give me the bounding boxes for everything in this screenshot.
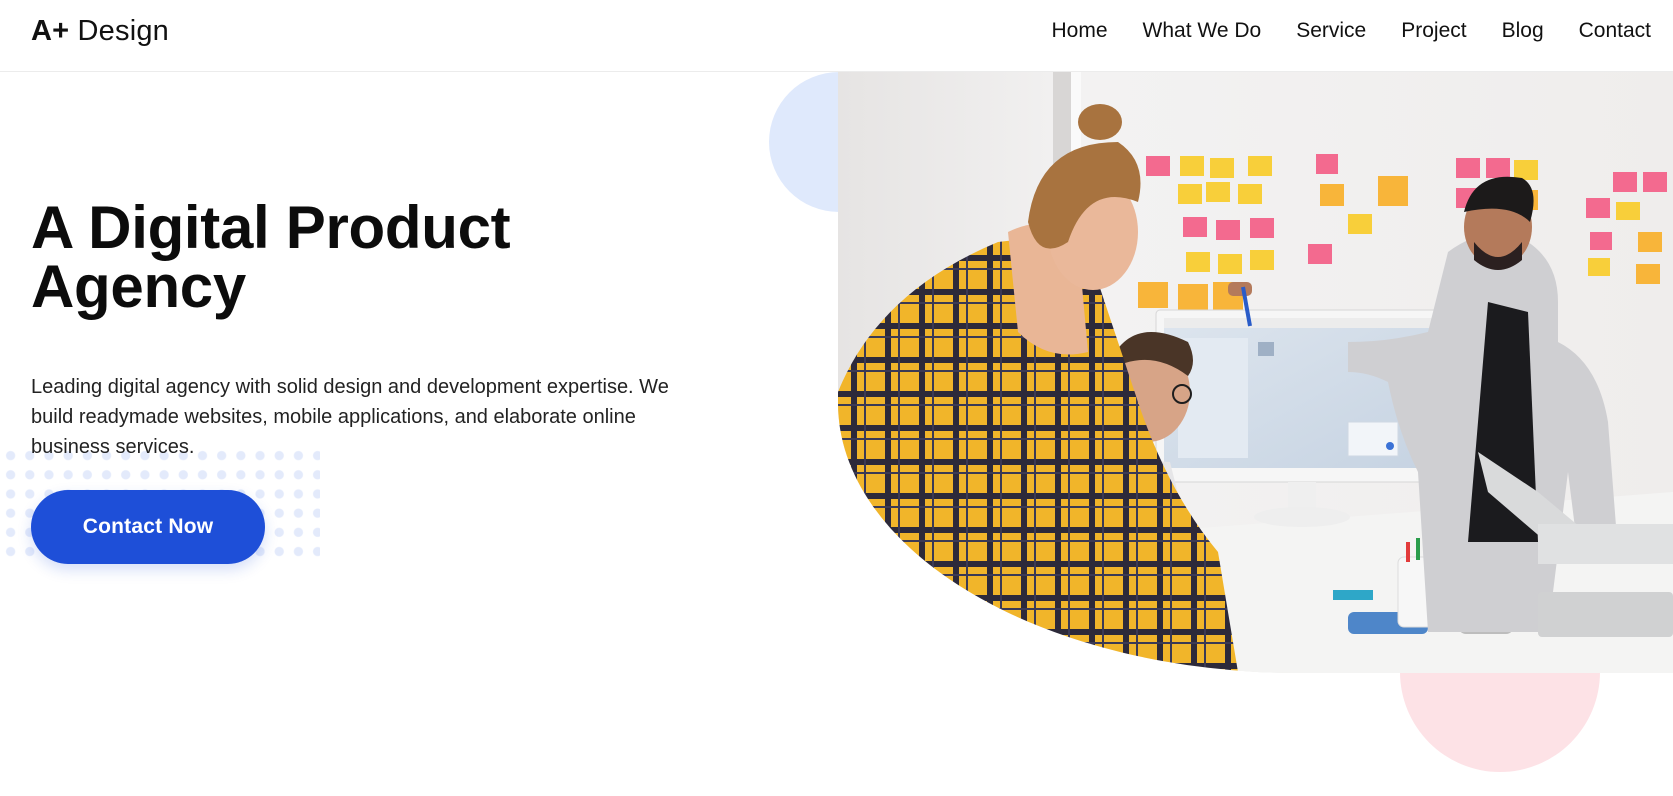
nav-project[interactable]: Project: [1401, 18, 1466, 44]
contact-now-button[interactable]: Contact Now: [31, 490, 265, 564]
hero-title-line-1: A Digital Product: [31, 194, 511, 261]
hero-title: A Digital Product Agency: [31, 198, 671, 317]
hero-description: Leading digital agency with solid design…: [31, 376, 669, 458]
nav-contact[interactable]: Contact: [1579, 18, 1651, 44]
nav-service[interactable]: Service: [1296, 18, 1366, 44]
page: A+ Design Home What We Do Service Projec…: [0, 0, 1673, 796]
main-nav: Home What We Do Service Project Blog Con…: [1017, 18, 1651, 44]
logo-mark: A+: [31, 15, 70, 47]
hero-title-line-2: Agency: [31, 253, 246, 320]
site-logo[interactable]: A+ Design: [31, 13, 169, 49]
site-header: A+ Design Home What We Do Service Projec…: [0, 0, 1673, 72]
logo-text: Design: [69, 15, 170, 47]
hero-image: [838, 72, 1673, 673]
decorative-pink-shape: [1400, 672, 1600, 772]
nav-what-we-do[interactable]: What We Do: [1143, 18, 1262, 44]
nav-home[interactable]: Home: [1052, 18, 1108, 44]
nav-blog[interactable]: Blog: [1502, 18, 1544, 44]
team-meeting-illustration: [838, 72, 1673, 673]
